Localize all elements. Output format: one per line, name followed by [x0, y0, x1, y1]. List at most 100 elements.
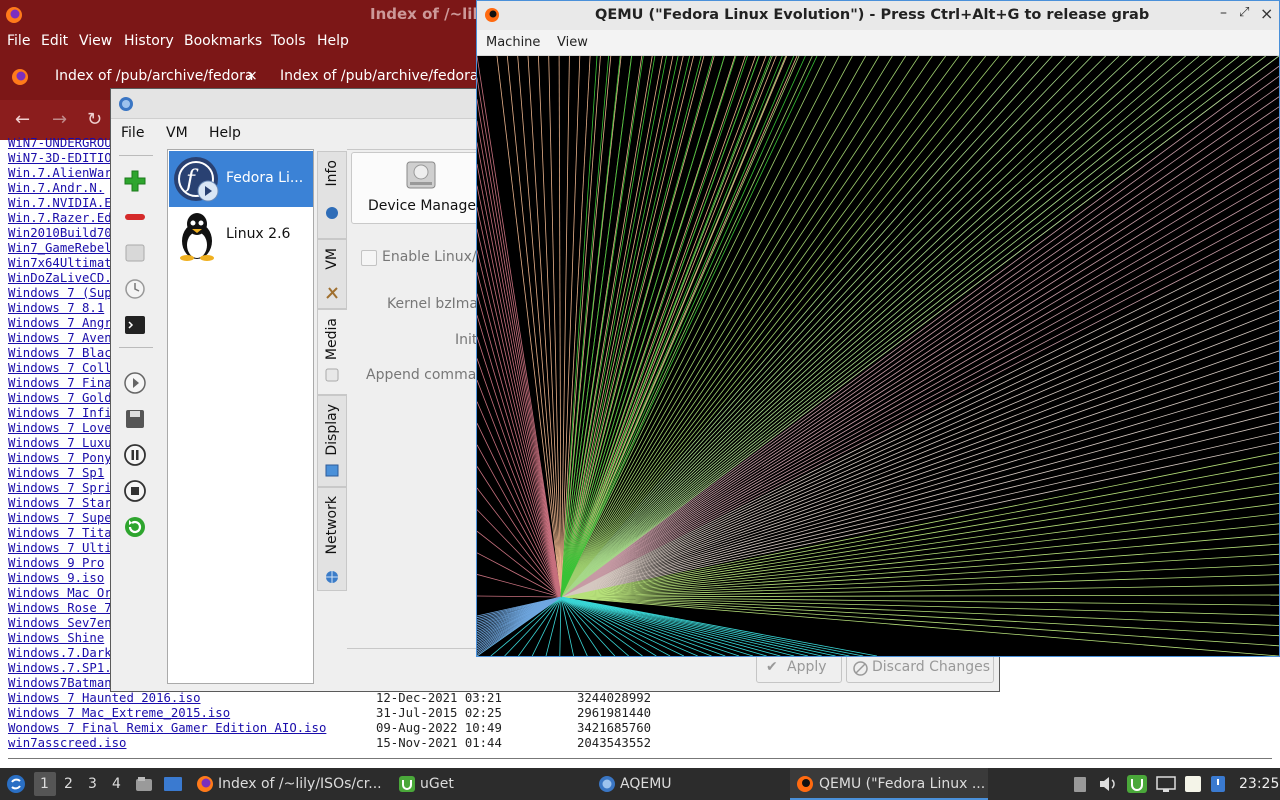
file-link[interactable]: Win.7.NVIDIA.E: [8, 196, 112, 210]
qemu-menu-view[interactable]: View: [557, 35, 588, 50]
file-link[interactable]: Win.7.AlienWar: [8, 166, 112, 180]
remove-vm-icon[interactable]: [123, 205, 147, 229]
file-link[interactable]: Windows 7 Ulti: [8, 541, 112, 555]
file-link[interactable]: Windows 7 Pony: [8, 451, 112, 465]
menu-history[interactable]: History: [124, 33, 174, 49]
reload-icon[interactable]: ↻: [87, 109, 102, 130]
file-link[interactable]: Windows 7 Blac: [8, 346, 112, 360]
qemu-menu-machine[interactable]: Machine: [486, 35, 540, 50]
maximize-icon[interactable]: ⤢: [1239, 5, 1249, 20]
file-link[interactable]: Windows 7 Supe: [8, 511, 112, 525]
file-link[interactable]: Windows 7 Star: [8, 496, 112, 510]
file-link[interactable]: Windows Rose 7: [8, 601, 112, 615]
terminal-icon[interactable]: [123, 313, 147, 337]
file-link[interactable]: Windows 7 Infi: [8, 406, 112, 420]
file-link[interactable]: Windows 7 Coll: [8, 361, 112, 375]
aqemu-menu-help[interactable]: Help: [209, 125, 241, 141]
vm-settings-icon[interactable]: [123, 241, 147, 265]
menu-help[interactable]: Help: [317, 33, 349, 49]
file-link[interactable]: Windows 9 Pro: [8, 556, 104, 570]
task-uget[interactable]: uGet: [394, 768, 584, 800]
aqemu-menu-vm[interactable]: VM: [166, 125, 188, 141]
menu-view[interactable]: View: [79, 33, 112, 49]
menu-tools[interactable]: Tools: [271, 33, 306, 49]
workspace-4[interactable]: 4: [112, 776, 121, 792]
file-link[interactable]: Windows Sev7en: [8, 616, 112, 630]
workspace-1[interactable]: 1: [40, 776, 49, 792]
minimize-icon[interactable]: –: [1220, 5, 1227, 21]
file-link[interactable]: Win.7.Razer.Ed: [8, 211, 112, 225]
qemu-titlebar[interactable]: QEMU ("Fedora Linux Evolution") - Press …: [477, 1, 1279, 30]
file-link[interactable]: Windows 7 (Sup: [8, 286, 112, 300]
vm-item-linux[interactable]: Linux 2.6: [169, 207, 313, 263]
file-link[interactable]: Windows 9.iso: [8, 571, 104, 585]
task-aqemu[interactable]: AQEMU: [594, 768, 784, 800]
tab-1-close-icon[interactable]: ×: [246, 68, 258, 84]
enable-linux-boot-checkbox[interactable]: [361, 250, 377, 266]
file-link[interactable]: Windows7Batman: [8, 676, 112, 690]
network-tray-icon[interactable]: [1155, 775, 1177, 793]
device-manager-button[interactable]: Device Manager: [351, 152, 482, 224]
apply-button[interactable]: ✔ Apply: [756, 653, 842, 683]
add-vm-icon[interactable]: [123, 169, 147, 193]
file-link[interactable]: Windows 7 Mac_Extreme_2015.iso: [8, 706, 230, 720]
snapshot-clock-icon[interactable]: [123, 277, 147, 301]
firefox-view-icon[interactable]: [11, 68, 29, 86]
discard-changes-button[interactable]: Discard Changes: [846, 653, 994, 683]
tab-info[interactable]: Info: [317, 151, 347, 239]
file-link[interactable]: Win7x64Ultimat: [8, 256, 112, 270]
file-link[interactable]: win7asscreed.iso: [8, 736, 126, 750]
file-link[interactable]: Windows 7 Haunted 2016.iso: [8, 691, 201, 705]
file-link[interactable]: Windows Mac Or: [8, 586, 112, 600]
file-link[interactable]: Windows 7 Angr: [8, 316, 112, 330]
clipboard-tray-icon[interactable]: [1072, 775, 1088, 793]
start-vm-icon[interactable]: [123, 371, 147, 395]
file-link[interactable]: Wondows 7 Final Remix Gamer Edition AIO.…: [8, 721, 326, 735]
workspace-3[interactable]: 3: [88, 776, 97, 792]
tab-vm[interactable]: VM: [317, 239, 347, 309]
start-menu-icon[interactable]: [6, 774, 26, 794]
tab-media[interactable]: Media: [317, 309, 347, 395]
show-desktop-icon[interactable]: [163, 775, 183, 793]
workspace-2[interactable]: 2: [64, 776, 73, 792]
close-icon[interactable]: ×: [1260, 4, 1273, 23]
file-link[interactable]: Windows.7.Dark: [8, 646, 112, 660]
file-link[interactable]: Windows 7 Luxu: [8, 436, 112, 450]
uget-tray-icon[interactable]: [1126, 774, 1148, 794]
file-link[interactable]: WiN7-3D-EDITIO: [8, 151, 112, 165]
file-link[interactable]: Windows 7 Aven: [8, 331, 112, 345]
file-link[interactable]: Win2010Build70: [8, 226, 112, 240]
tab-display[interactable]: Display: [317, 395, 347, 487]
menu-bookmarks[interactable]: Bookmarks: [184, 33, 262, 49]
file-link[interactable]: Windows 7 Spri: [8, 481, 112, 495]
file-link[interactable]: Windows Shine: [8, 631, 104, 645]
file-link[interactable]: Windows 7 Gold: [8, 391, 112, 405]
menu-file[interactable]: File: [7, 33, 30, 49]
tab-network[interactable]: Network: [317, 487, 347, 591]
file-link[interactable]: WinDoZaLiveCD.: [8, 271, 112, 285]
stop-vm-icon[interactable]: [123, 479, 147, 503]
file-link[interactable]: Win7_GameRebel: [8, 241, 112, 255]
file-link[interactable]: Windows 7 Sp1: [8, 466, 104, 480]
file-manager-icon[interactable]: [135, 775, 153, 793]
file-link[interactable]: Windows 7 Tita: [8, 526, 112, 540]
file-link[interactable]: Windows 7 8.1: [8, 301, 104, 315]
task-firefox[interactable]: Index of /~lily/ISOs/cr...: [192, 768, 388, 800]
pause-vm-icon[interactable]: [123, 443, 147, 467]
qemu-guest-display[interactable]: [477, 56, 1279, 656]
file-link[interactable]: WiN7-UNDERGROU: [8, 136, 112, 150]
file-link[interactable]: Windows.7.SP1.: [8, 661, 112, 675]
back-arrow-icon[interactable]: ←: [15, 109, 30, 130]
file-link[interactable]: Windows 7 Fina: [8, 376, 112, 390]
vm-item-fedora[interactable]: f Fedora Li...: [169, 151, 313, 207]
file-link[interactable]: Win.7.Andr.N.: [8, 181, 104, 195]
reset-vm-icon[interactable]: [123, 515, 147, 539]
updates-tray-icon[interactable]: [1209, 774, 1227, 794]
aqemu-menu-file[interactable]: File: [121, 125, 144, 141]
menu-edit[interactable]: Edit: [41, 33, 68, 49]
save-state-icon[interactable]: [123, 407, 147, 431]
forward-arrow-icon[interactable]: →: [52, 109, 67, 130]
notes-tray-icon[interactable]: [1183, 774, 1203, 794]
volume-icon[interactable]: [1098, 775, 1118, 793]
file-link[interactable]: Windows 7 Love: [8, 421, 112, 435]
